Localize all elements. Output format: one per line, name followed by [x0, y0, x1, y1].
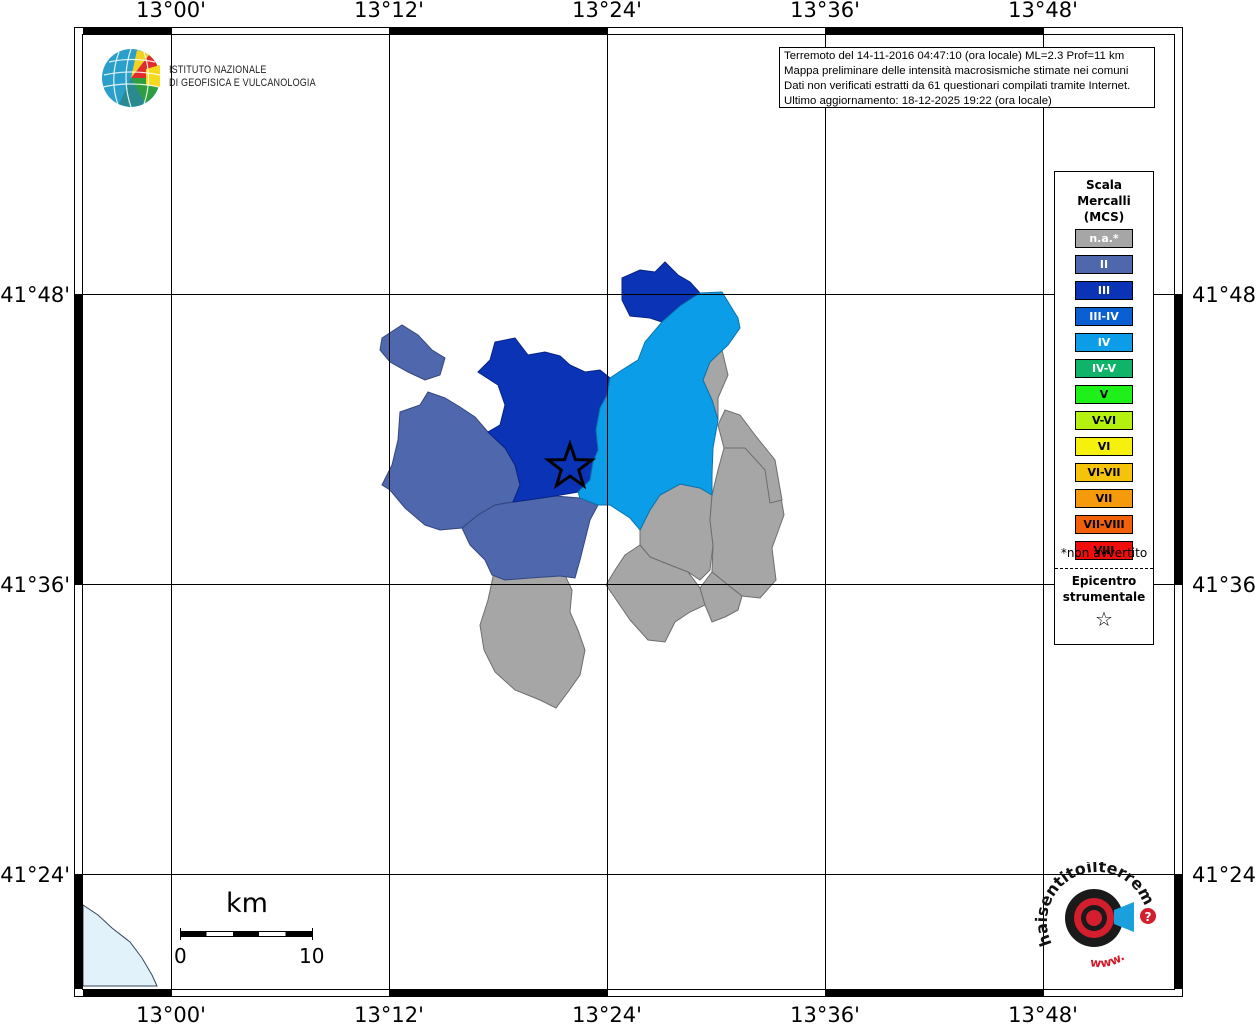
legend-swatch-ii: II — [1075, 255, 1133, 274]
svg-text:13°12': 13°12' — [354, 1003, 424, 1024]
legend-swatch-iv: IV — [1075, 333, 1133, 352]
svg-text:13°24': 13°24' — [572, 1003, 642, 1024]
legend-swatch-n-a: n.a.* — [1075, 229, 1133, 248]
earthquake-info-box: Terremoto del 14-11-2016 04:47:10 (ora l… — [779, 47, 1155, 108]
svg-text:13°36': 13°36' — [790, 1003, 860, 1024]
scale-bar-end: 10 — [299, 944, 325, 968]
legend-note: *non avvertito — [1060, 546, 1148, 560]
info-line-map: Mappa preliminare delle intensità macros… — [784, 65, 1129, 77]
svg-text:13°24': 13°24' — [572, 0, 642, 22]
svg-text:41°48': 41°48' — [0, 283, 70, 307]
org-name: ISTITUTO NAZIONALE DI GEOFISICA E VULCAN… — [169, 64, 316, 90]
legend-swatch-iv-v: IV-V — [1075, 359, 1133, 378]
org-name-line2: DI GEOFISICA E VULCANOLOGIA — [169, 77, 316, 89]
legend-epicenter-star-icon: ☆ — [1095, 607, 1113, 631]
legend-swatch-v: V — [1075, 385, 1133, 404]
scale-bar-start: 0 — [174, 944, 187, 968]
info-line-event: Terremoto del 14-11-2016 04:47:10 (ora l… — [784, 50, 1125, 62]
lat-labels-right: 41°48' 41°36' 41°24' — [1192, 283, 1256, 887]
svg-text:41°24': 41°24' — [0, 863, 70, 887]
legend-epicenter-line1: Epicentro — [1071, 574, 1137, 588]
lat-labels-left: 41°48' 41°36' 41°24' — [0, 283, 70, 887]
info-line-data: Dati non verificati estratti da 61 quest… — [784, 80, 1131, 92]
svg-text:41°24': 41°24' — [1192, 863, 1256, 887]
svg-text:41°48': 41°48' — [1192, 283, 1256, 307]
svg-text:41°36': 41°36' — [1192, 573, 1256, 597]
ingv-globe-logo-icon — [102, 48, 161, 108]
scale-bar-unit: km — [226, 888, 268, 919]
lon-labels-bottom: 13°00' 13°12' 13°24' 13°36' 13°48' — [136, 1003, 1078, 1024]
svg-text:13°00': 13°00' — [136, 1003, 206, 1024]
legend-title: Scala Mercalli (MCS) — [1055, 177, 1153, 225]
legend-title-line2: Mercalli — [1077, 194, 1131, 208]
sea-area — [82, 904, 158, 987]
haisentito-www: www. — [1090, 949, 1127, 970]
svg-text:13°12': 13°12' — [354, 0, 424, 22]
legend-swatch-iii: III — [1075, 281, 1133, 300]
legend-swatch-v-vi: V-VI — [1075, 411, 1133, 430]
legend-title-line3: (MCS) — [1083, 210, 1125, 224]
legend-swatch-vii: VII — [1075, 489, 1133, 508]
svg-text:www.: www. — [1090, 949, 1127, 970]
legend-epicenter-line2: strumentale — [1062, 590, 1146, 604]
org-name-line1: ISTITUTO NAZIONALE — [169, 64, 267, 76]
scale-bar: km 0 10 — [172, 888, 332, 978]
svg-text:?: ? — [1145, 910, 1152, 924]
info-line-updated: Ultimo aggiornamento: 18-12-2025 19:22 (… — [784, 95, 1052, 107]
svg-text:13°48': 13°48' — [1008, 0, 1078, 22]
legend-swatch-vii-viii: VII-VIII — [1075, 515, 1133, 534]
legend-swatch-vi-vii: VI-VII — [1075, 463, 1133, 482]
legend-separator — [1055, 568, 1153, 569]
legend-swatch-iii-iv: III-IV — [1075, 307, 1133, 326]
svg-text:13°48': 13°48' — [1008, 1003, 1078, 1024]
scale-bar-graphic — [180, 928, 313, 940]
lon-labels-top: 13°00' 13°12' 13°24' 13°36' 13°48' — [136, 0, 1078, 22]
svg-text:41°36': 41°36' — [0, 573, 70, 597]
svg-text:13°36': 13°36' — [790, 0, 860, 22]
legend-title-line1: Scala — [1085, 178, 1123, 192]
legend-epicenter-label: Epicentro strumentale — [1055, 573, 1153, 605]
legend-swatch-vi: VI — [1075, 437, 1133, 456]
haisentito-logo-icon: haisentitoilterremoto.it www. ? — [1030, 862, 1159, 970]
legend-items: n.a.* II III III-IV IV IV-V V V-VI VI VI-VII VII VI… — [1075, 229, 1133, 567]
mcs-legend: Scala Mercalli (MCS) n.a.* II III III-IV IV I… — [1054, 171, 1154, 645]
svg-text:13°00': 13°00' — [136, 0, 206, 22]
